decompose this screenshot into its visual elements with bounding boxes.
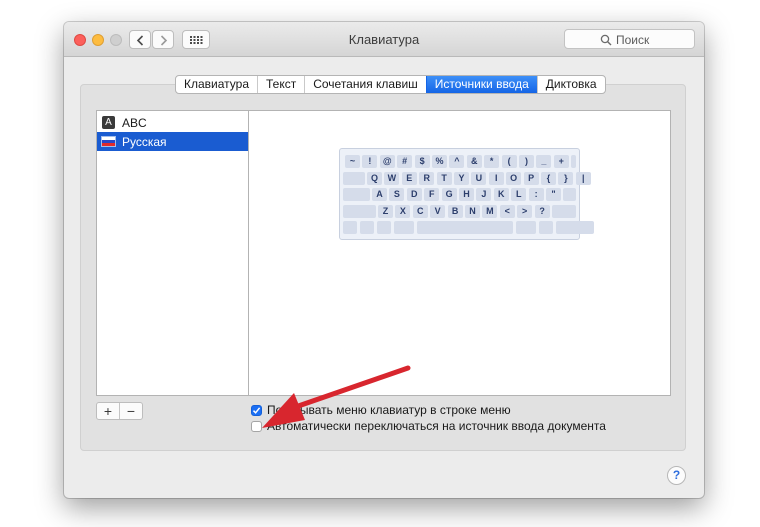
- annotation-arrow-icon: [262, 365, 411, 428]
